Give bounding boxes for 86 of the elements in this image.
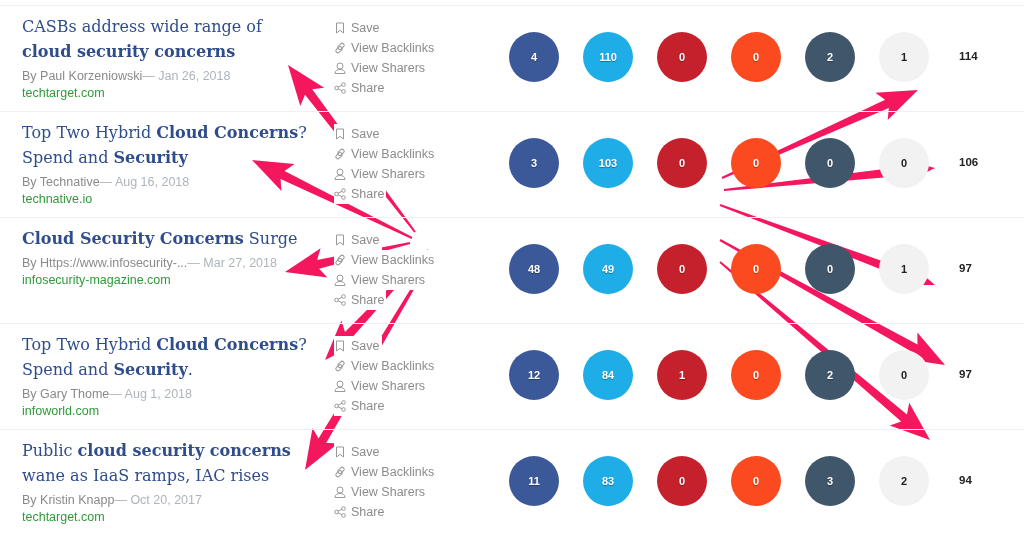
user-icon bbox=[334, 168, 346, 180]
action-link[interactable]: Share bbox=[334, 184, 387, 204]
author: By Gary Thome bbox=[22, 387, 110, 401]
action-link[interactable]: Save bbox=[334, 124, 382, 144]
share-count: 1 bbox=[657, 350, 707, 400]
share-count: 48 bbox=[509, 244, 559, 294]
total-shares: 114 bbox=[959, 49, 978, 62]
action-link[interactable]: View Backlinks bbox=[334, 250, 437, 270]
share-count: 0 bbox=[731, 138, 781, 188]
share-count: 0 bbox=[657, 456, 707, 506]
share-count: 0 bbox=[731, 244, 781, 294]
share-count: 3 bbox=[805, 456, 855, 506]
publish-date: — Oct 20, 2017 bbox=[114, 493, 202, 507]
share-count: 110 bbox=[583, 32, 633, 82]
share-count: 0 bbox=[731, 456, 781, 506]
total-shares: 94 bbox=[959, 473, 972, 486]
publish-date: — Mar 27, 2018 bbox=[187, 256, 277, 270]
action-link[interactable]: Save bbox=[334, 336, 382, 356]
link-icon bbox=[334, 466, 346, 478]
action-link[interactable]: View Sharers bbox=[334, 270, 428, 290]
share-count: 0 bbox=[657, 32, 707, 82]
link-icon bbox=[334, 42, 346, 54]
action-link[interactable]: View Sharers bbox=[334, 376, 428, 396]
domain-link[interactable]: technative.io bbox=[22, 192, 93, 206]
user-icon bbox=[334, 380, 346, 392]
share-count: 0 bbox=[657, 138, 707, 188]
share-count: 0 bbox=[879, 350, 929, 400]
publish-date: — Aug 1, 2018 bbox=[109, 387, 192, 401]
action-link[interactable]: View Backlinks bbox=[334, 144, 437, 164]
total-shares: 97 bbox=[959, 367, 972, 380]
share-count: 0 bbox=[731, 32, 781, 82]
bookmark-icon bbox=[334, 446, 346, 458]
article-title[interactable]: Cloud Security Concerns Surge bbox=[22, 226, 298, 251]
link-icon bbox=[334, 148, 346, 160]
user-icon bbox=[334, 62, 346, 74]
publish-date: — Aug 16, 2018 bbox=[99, 175, 190, 189]
share-count: 11 bbox=[509, 456, 559, 506]
share-count: 3 bbox=[509, 138, 559, 188]
action-link[interactable]: Share bbox=[334, 396, 387, 416]
share-count: 4 bbox=[509, 32, 559, 82]
author: By Technative bbox=[22, 175, 100, 189]
share-icon bbox=[334, 294, 346, 306]
share-count: 84 bbox=[583, 350, 633, 400]
author: By Kristin Knapp bbox=[22, 493, 115, 507]
domain-link[interactable]: techtarget.com bbox=[22, 86, 105, 100]
action-link[interactable]: View Sharers bbox=[334, 164, 428, 184]
link-icon bbox=[334, 360, 346, 372]
share-count: 2 bbox=[805, 350, 855, 400]
bookmark-icon bbox=[334, 234, 346, 246]
share-count: 83 bbox=[583, 456, 633, 506]
share-count: 12 bbox=[509, 350, 559, 400]
domain-link[interactable]: techtarget.com bbox=[22, 510, 105, 524]
article-title[interactable]: Top Two Hybrid Cloud Concerns? Spend and Security bbox=[22, 120, 312, 170]
total-shares: 106 bbox=[959, 155, 979, 168]
total-shares: 97 bbox=[959, 261, 972, 274]
share-count: 0 bbox=[879, 138, 929, 188]
author: By Https://www.infosecurity-... bbox=[22, 256, 188, 270]
share-count: 2 bbox=[879, 456, 929, 506]
share-count: 0 bbox=[657, 244, 707, 294]
bookmark-icon bbox=[334, 22, 346, 34]
domain-link[interactable]: infoworld.com bbox=[22, 404, 100, 418]
article-title[interactable]: Top Two Hybrid Cloud Concerns? Spend and Security. bbox=[22, 332, 312, 382]
user-icon bbox=[334, 486, 346, 498]
user-icon bbox=[334, 274, 346, 286]
article-title[interactable]: CASBs address wide range of cloud security concerns bbox=[22, 14, 312, 64]
author: By Paul Korzeniowski bbox=[22, 69, 143, 83]
share-count: 0 bbox=[731, 350, 781, 400]
publish-date: — Jan 26, 2018 bbox=[142, 69, 231, 83]
share-count: 1 bbox=[879, 32, 929, 82]
share-icon bbox=[334, 506, 346, 518]
share-count: 2 bbox=[805, 32, 855, 82]
action-link[interactable]: View Backlinks bbox=[334, 356, 437, 376]
link-icon bbox=[334, 254, 346, 266]
domain-link[interactable]: infosecurity-magazine.com bbox=[22, 273, 171, 287]
share-count: 0 bbox=[805, 244, 855, 294]
article-title[interactable]: Public cloud security concerns wane as IaaS ramps, IAC rises bbox=[22, 438, 312, 488]
share-count: 0 bbox=[805, 138, 855, 188]
bookmark-icon bbox=[334, 340, 346, 352]
share-icon bbox=[334, 188, 346, 200]
share-icon bbox=[334, 82, 346, 94]
bookmark-icon bbox=[334, 128, 346, 140]
share-icon bbox=[334, 400, 346, 412]
share-count: 103 bbox=[583, 138, 633, 188]
action-link[interactable]: Share bbox=[334, 290, 387, 310]
share-count: 1 bbox=[879, 244, 929, 294]
share-count: 49 bbox=[583, 244, 633, 294]
